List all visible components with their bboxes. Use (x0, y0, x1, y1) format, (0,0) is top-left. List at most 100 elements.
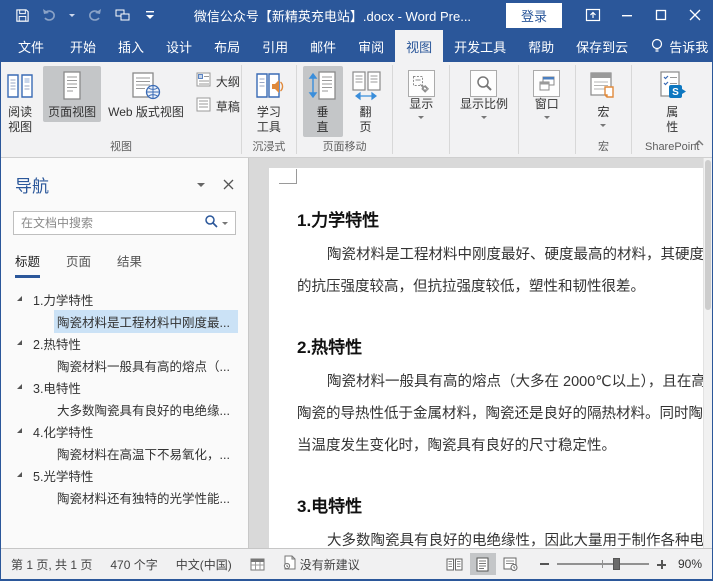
zoom-in-button[interactable] (656, 559, 666, 569)
zoom-label: 显示比例 (459, 97, 508, 111)
nav-subheading-item[interactable]: 陶瓷材料是工程材料中刚度最... (1, 309, 248, 333)
print-layout-view-button[interactable] (469, 553, 496, 575)
nav-tab-results[interactable]: 结果 (117, 251, 142, 278)
language-status[interactable]: 中文(中国) (176, 556, 232, 573)
redo-button[interactable] (85, 6, 103, 24)
web-layout-view-button[interactable] (498, 553, 524, 575)
document-page[interactable]: 1.力学特性 陶瓷材料是工程材料中刚度最好、硬度最高的材料，其硬度大多在 15 … (269, 168, 712, 548)
search-button[interactable] (197, 214, 235, 233)
macros-button[interactable]: 宏 (582, 66, 624, 132)
tab-insert[interactable]: 插入 (107, 30, 155, 62)
read-mode-button[interactable]: 阅读视图 (1, 66, 41, 137)
nav-subheading-item[interactable]: 陶瓷材料一般具有高的熔点（... (1, 354, 248, 376)
customize-qat-button[interactable] (141, 6, 159, 24)
login-button[interactable]: 登录 (505, 2, 562, 28)
word-count-status[interactable]: 470 个字 (110, 556, 157, 573)
learning-tools-label: 学习工具 (256, 105, 281, 134)
web-layout-button[interactable]: Web 版式视图 (103, 66, 189, 122)
tab-save-to-cloud[interactable]: 保存到云 (565, 30, 639, 62)
doc-paragraph-line: 大多数陶瓷具有良好的电绝缘性，因此大量用于制作各种电压（1kV~ (327, 533, 712, 548)
zoom-slider[interactable] (556, 558, 649, 570)
tab-home[interactable]: 开始 (59, 30, 107, 62)
window-button[interactable]: 窗口 (528, 66, 565, 124)
navigation-pane: 导航 标题 页面 结果 1.力 (1, 158, 249, 548)
tab-review[interactable]: 审阅 (347, 30, 395, 62)
macro-record-icon[interactable] (250, 558, 265, 571)
nav-heading-item[interactable]: 3.电特性 (1, 376, 248, 398)
properties-button[interactable]: S 属性 (650, 66, 694, 137)
quick-access-toolbar (1, 6, 159, 24)
tab-tell-me[interactable]: 告诉我 (639, 30, 712, 62)
collapse-triangle-icon[interactable] (17, 471, 22, 477)
margin-crop-mark (279, 169, 297, 184)
undo-button[interactable] (41, 6, 59, 24)
tab-help[interactable]: 帮助 (517, 30, 565, 62)
ribbon-group-views: 阅读视图 页面视图 Web 版式视图 大纲 草稿 视图 (1, 62, 241, 157)
collapse-ribbon-button[interactable] (693, 134, 705, 152)
nav-heading-item[interactable]: 1.力学特性 (1, 288, 248, 310)
zoom-out-button[interactable] (539, 563, 549, 565)
collapse-triangle-icon[interactable] (17, 427, 22, 433)
print-layout-label: 页面视图 (48, 105, 97, 119)
tab-mailings[interactable]: 邮件 (299, 30, 347, 62)
outline-button[interactable]: 大纲 (196, 72, 240, 90)
ribbon: 阅读视图 页面视图 Web 版式视图 大纲 草稿 视图 学习工具 沉浸式 垂直 … (1, 62, 712, 158)
learning-tools-button[interactable]: 学习工具 (248, 66, 290, 137)
ribbon-group-immersive: 学习工具 沉浸式 (242, 62, 296, 157)
search-input[interactable] (14, 216, 197, 230)
nav-heading-item[interactable]: 2.热特性 (1, 332, 248, 354)
collapse-triangle-icon[interactable] (17, 383, 22, 389)
draft-button[interactable]: 草稿 (196, 97, 240, 115)
show-button[interactable]: 显示 (403, 66, 440, 124)
tab-layout[interactable]: 布局 (203, 30, 251, 62)
read-mode-icon (4, 70, 36, 105)
tell-me-label: 告诉我 (669, 39, 709, 55)
nav-tab-pages[interactable]: 页面 (66, 251, 91, 278)
collapse-triangle-icon[interactable] (17, 339, 22, 345)
navigation-close-icon[interactable] (223, 179, 234, 190)
vertical-page-icon (308, 70, 338, 105)
vertical-button[interactable]: 垂直 (302, 66, 343, 137)
nav-tab-headings[interactable]: 标题 (15, 251, 41, 278)
navigation-options-dropdown-icon[interactable] (197, 182, 205, 191)
read-mode-label: 阅读视图 (8, 105, 33, 134)
undo-dropdown-icon[interactable] (69, 13, 75, 20)
tab-developer[interactable]: 开发工具 (443, 30, 517, 62)
tab-file[interactable]: 文件 (7, 30, 55, 62)
nav-heading-item[interactable]: 5.光学特性 (1, 464, 248, 486)
editor-suggestions-status[interactable]: 没有新建议 (283, 555, 360, 573)
tab-view[interactable]: 视图 (395, 30, 444, 62)
doc-paragraph-line: 的抗压强度较高，但抗拉强度较低，塑性和韧性很差。 (297, 279, 645, 295)
vertical-scrollbar[interactable] (703, 158, 712, 548)
nav-subheading-item[interactable]: 陶瓷材料在高温下不易氧化，... (1, 442, 248, 464)
touch-mouse-mode-icon[interactable] (113, 6, 131, 24)
collapse-triangle-icon[interactable] (17, 295, 22, 301)
status-bar-right: 90% (442, 553, 702, 575)
navigation-header: 导航 (1, 158, 248, 201)
nav-subheading-item[interactable]: 大多数陶瓷具有良好的电绝缘... (1, 398, 248, 420)
web-layout-icon (129, 70, 163, 105)
read-mode-view-button[interactable] (442, 553, 468, 575)
window-controls (576, 0, 712, 30)
nav-subheading-item[interactable]: 陶瓷材料还有独特的光学性能... (1, 486, 248, 508)
page-number-status[interactable]: 第 1 页, 共 1 页 (11, 556, 92, 573)
print-layout-button[interactable]: 页面视图 (43, 66, 102, 122)
properties-label: 属性 (666, 105, 679, 134)
doc-paragraph-line: 陶瓷的导热性低于金属材料，陶瓷还是良好的隔热材料。同时陶瓷的线膨 (297, 406, 712, 422)
zoom-button[interactable]: 显示比例 (455, 66, 513, 124)
tab-design[interactable]: 设计 (155, 30, 203, 62)
minimize-button[interactable] (610, 0, 644, 30)
zoom-level[interactable]: 90% (678, 557, 702, 571)
zoom-slider-thumb[interactable] (612, 558, 620, 570)
save-button[interactable] (13, 6, 31, 24)
document-area[interactable]: 1.力学特性 陶瓷材料是工程材料中刚度最好、硬度最高的材料，其硬度大多在 15 … (249, 158, 712, 548)
side-to-side-button[interactable]: 翻页 (345, 66, 387, 137)
scrollbar-thumb[interactable] (705, 160, 711, 310)
tab-references[interactable]: 引用 (251, 30, 299, 62)
close-button[interactable] (678, 0, 712, 30)
print-layout-icon (56, 70, 88, 105)
ribbon-display-options-button[interactable] (576, 0, 610, 30)
maximize-button[interactable] (644, 0, 678, 30)
web-layout-label: Web 版式视图 (108, 105, 184, 119)
nav-heading-item[interactable]: 4.化学特性 (1, 420, 248, 442)
